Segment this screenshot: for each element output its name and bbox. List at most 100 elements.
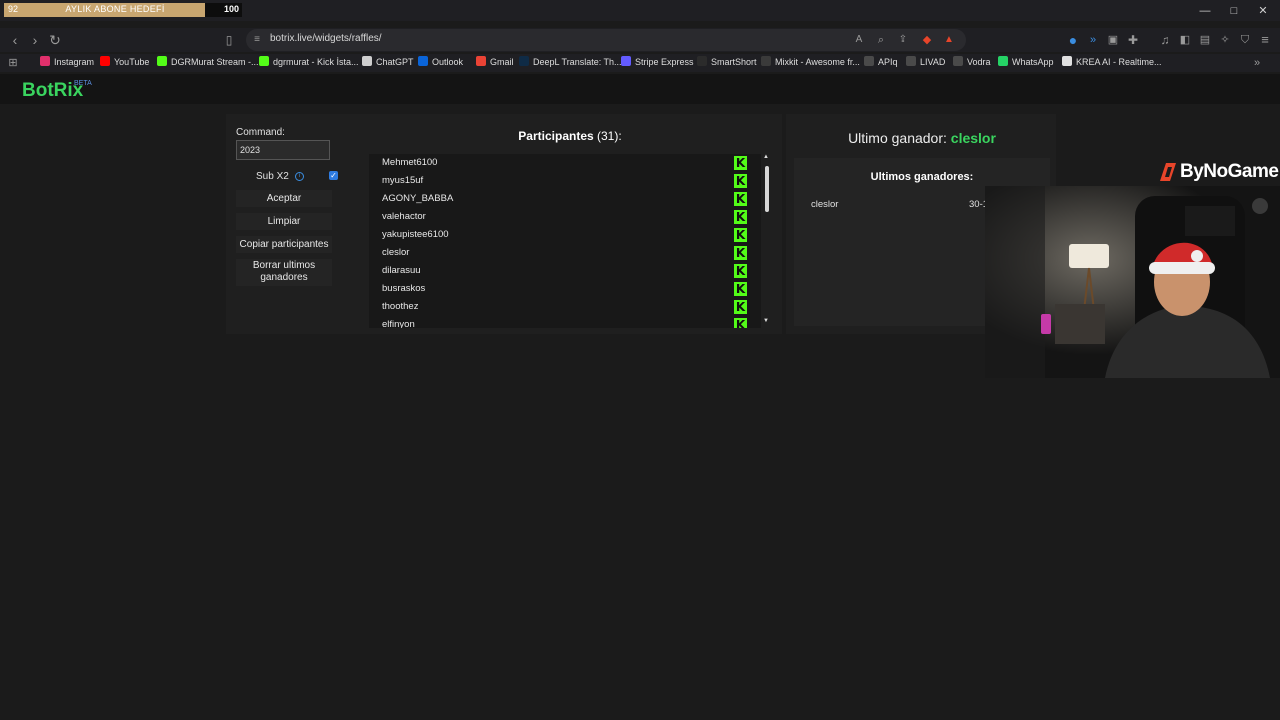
vpn-icon[interactable]: ⛉ xyxy=(1236,31,1254,49)
bookmark-favicon-icon xyxy=(1062,56,1072,66)
winner-name: cleslor xyxy=(811,199,839,210)
bookmark-item[interactable]: KREA AI - Realtime... xyxy=(1062,56,1162,67)
bookmark-favicon-icon xyxy=(998,56,1008,66)
participant-row[interactable]: yakupistee6100 K xyxy=(369,226,761,244)
participant-row[interactable]: busraskos K xyxy=(369,280,761,298)
command-label: Command: xyxy=(236,127,285,138)
bookmark-favicon-icon xyxy=(157,56,167,66)
bookmark-item[interactable]: Stripe Express xyxy=(621,56,694,67)
kick-platform-icon: K xyxy=(734,192,747,206)
close-window-button[interactable]: ✕ xyxy=(1248,3,1278,19)
bookmark-item[interactable]: Mixkit - Awesome fr... xyxy=(761,56,860,67)
bookmark-favicon-icon xyxy=(40,56,50,66)
translate-icon[interactable]: A xyxy=(850,31,868,49)
participant-row[interactable]: cleslor K xyxy=(369,244,761,262)
address-bar[interactable]: ≡ botrix.live/widgets/raffles/ A ⌕ ⇪ ◆ ▲ xyxy=(246,29,966,51)
leo-ai-icon[interactable]: ✧ xyxy=(1216,31,1234,49)
bookmark-favicon-icon xyxy=(621,56,631,66)
bookmark-label: Gmail xyxy=(490,57,514,67)
clear-button[interactable]: Limpiar xyxy=(236,213,332,230)
participant-name: thoothez xyxy=(382,301,419,312)
extension-icon[interactable]: ● xyxy=(1064,31,1082,49)
bookmark-item[interactable]: SmartShort xyxy=(697,56,757,67)
bookmark-favicon-icon xyxy=(697,56,707,66)
audio-extension-icon[interactable]: » xyxy=(1084,31,1102,49)
bookmark-label: APIq xyxy=(878,57,898,67)
participant-name: busraskos xyxy=(382,283,426,294)
participant-row[interactable]: AGONY_BABBA K xyxy=(369,190,761,208)
kick-platform-icon: K xyxy=(734,264,747,278)
bookmark-label: DeepL Translate: Th... xyxy=(533,57,622,67)
bookmark-label: WhatsApp xyxy=(1012,57,1054,67)
sub-goal-label: AYLIK ABONE HEDEFİ xyxy=(65,4,165,14)
delete-winners-button[interactable]: Borrar ultimos ganadores xyxy=(236,259,332,286)
bookmark-item[interactable]: ChatGPT xyxy=(362,56,414,67)
copy-participants-button[interactable]: Copiar participantes xyxy=(236,236,332,253)
forward-icon[interactable]: › xyxy=(26,31,44,49)
zoom-icon[interactable]: ⌕ xyxy=(872,31,890,49)
share-icon[interactable]: ⇪ xyxy=(894,31,912,49)
extensions-icon[interactable]: ✚ xyxy=(1124,31,1142,49)
bookmark-favicon-icon xyxy=(761,56,771,66)
more-bookmarks-icon[interactable]: » xyxy=(1248,54,1266,72)
screenshot-icon[interactable]: ▣ xyxy=(1104,31,1122,49)
participant-row[interactable]: myus15uf K xyxy=(369,172,761,190)
bookmark-item[interactable]: dgrmurat - Kick İsta... xyxy=(259,56,359,67)
back-icon[interactable]: ‹ xyxy=(6,31,24,49)
bookmark-item[interactable]: LIVAD xyxy=(906,56,945,67)
bookmark-item[interactable]: Vodra xyxy=(953,56,991,67)
bookmark-label: YouTube xyxy=(114,57,150,67)
bookmark-item[interactable]: APIq xyxy=(864,56,898,67)
bookmarks-bar: ⊞ Instagram YouTube DGRMurat Stream -... dg… xyxy=(0,54,1280,72)
webcam-image xyxy=(985,186,1280,378)
sidebar-icon[interactable]: ◧ xyxy=(1176,31,1194,49)
bynogame-text: ByNoGame xyxy=(1180,161,1279,182)
participant-row[interactable]: thoothez K xyxy=(369,298,761,316)
participant-scrollbar[interactable]: ▲ ▼ xyxy=(763,154,771,328)
scroll-down-arrow[interactable]: ▼ xyxy=(763,318,769,324)
bookmark-label: dgrmurat - Kick İsta... xyxy=(273,57,359,67)
bookmark-favicon-icon xyxy=(906,56,916,66)
participant-list[interactable]: Mehmet6100 Kmyus15uf K AGONY_BABBA Kvalehact… xyxy=(369,154,761,328)
rewards-icon[interactable]: ▲ xyxy=(940,31,958,49)
bookmark-label: Stripe Express xyxy=(635,57,694,67)
bookmark-label: Instagram xyxy=(54,57,95,67)
participant-name: AGONY_BABBA xyxy=(382,193,454,204)
kick-platform-icon: K xyxy=(734,210,747,224)
participant-row[interactable]: Mehmet6100 K xyxy=(369,154,761,172)
menu-icon[interactable]: ≡ xyxy=(1256,31,1274,49)
accept-button[interactable]: Aceptar xyxy=(236,190,332,207)
scroll-thumb[interactable] xyxy=(765,166,769,212)
url-text: botrix.live/widgets/raffles/ xyxy=(270,33,382,44)
bookmark-favicon-icon xyxy=(259,56,269,66)
music-icon[interactable]: ♫ xyxy=(1156,31,1174,49)
bookmark-item[interactable]: DGRMurat Stream -... xyxy=(157,56,259,67)
bookmark-item[interactable]: Instagram xyxy=(40,56,94,67)
bookmark-item[interactable]: Gmail xyxy=(476,56,514,67)
webcam-overlay xyxy=(985,186,1280,378)
participant-row[interactable]: elfinyon K xyxy=(369,316,761,328)
participant-name: yakupistee6100 xyxy=(382,229,449,240)
participant-row[interactable]: dilarasuu K xyxy=(369,262,761,280)
sub-x2-checkbox[interactable]: ✓ xyxy=(329,171,338,180)
bookmark-item[interactable]: Outlook xyxy=(418,56,463,67)
bookmark-icon[interactable]: ▯ xyxy=(220,31,238,49)
reload-icon[interactable]: ↻ xyxy=(46,31,64,49)
bookmark-item[interactable]: WhatsApp xyxy=(998,56,1054,67)
apps-grid-icon[interactable]: ⊞ xyxy=(4,54,22,72)
wallet-icon[interactable]: ▤ xyxy=(1196,31,1214,49)
minimize-button[interactable]: — xyxy=(1190,3,1220,19)
scroll-up-arrow[interactable]: ▲ xyxy=(763,154,769,160)
brave-shields-icon[interactable]: ◆ xyxy=(918,31,936,49)
page-header xyxy=(0,74,1280,104)
maximize-button[interactable]: □ xyxy=(1219,3,1249,19)
bookmark-item[interactable]: DeepL Translate: Th... xyxy=(519,56,622,67)
participant-name: myus15uf xyxy=(382,175,424,186)
participant-row[interactable]: valehactor K xyxy=(369,208,761,226)
command-input[interactable] xyxy=(236,140,330,160)
site-settings-icon[interactable]: ≡ xyxy=(248,31,266,49)
bookmark-item[interactable]: YouTube xyxy=(100,56,149,67)
bookmark-label: SmartShort xyxy=(711,57,757,67)
info-icon[interactable]: i xyxy=(295,172,304,181)
participant-name: cleslor xyxy=(382,247,410,258)
